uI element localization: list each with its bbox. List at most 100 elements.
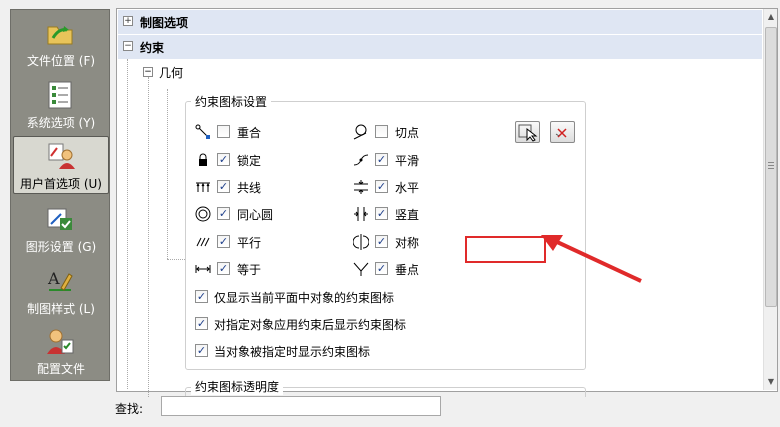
user-preferences-icon: [48, 143, 75, 169]
horizontal-option[interactable]: ✓ 水平: [353, 178, 473, 196]
option-label: 竖直: [395, 208, 420, 222]
option-label: 重合: [237, 126, 262, 140]
scroll-up-icon[interactable]: ▲: [764, 9, 778, 25]
scrollbar-thumb[interactable]: [765, 27, 777, 307]
tangent-option[interactable]: 切点: [353, 123, 473, 141]
tree-line: [167, 89, 168, 259]
tree-node-drafting-options[interactable]: + 制图选项: [118, 10, 762, 34]
sidebar-item-profile[interactable]: 配置文件: [13, 322, 109, 380]
option-label: 锁定: [237, 154, 262, 168]
option-label: 等于: [237, 263, 262, 277]
option-label: 平滑: [395, 154, 420, 168]
vertical-scrollbar[interactable]: ▲ ▼: [763, 9, 777, 390]
tree-line: [148, 77, 149, 397]
sidebar-item-drafting-style[interactable]: A 制图样式 (L): [13, 262, 109, 320]
show-current-plane-checkbox[interactable]: ✓: [195, 290, 208, 303]
profile-icon: [47, 329, 74, 354]
concentric-icon: [195, 206, 211, 222]
sidebar-item-file-locations[interactable]: 文件位置 (F): [13, 14, 109, 72]
expand-icon[interactable]: +: [123, 16, 133, 26]
option-label: 共线: [237, 181, 262, 195]
perpendicular-option[interactable]: ✓ 垂点: [353, 260, 473, 278]
vertical-icon: [354, 207, 368, 221]
scroll-down-icon[interactable]: ▼: [764, 374, 778, 390]
group-title: 约束图标透明度: [191, 378, 284, 395]
lock-checkbox[interactable]: ✓: [217, 153, 230, 166]
smooth-option[interactable]: ✓ 平滑: [353, 151, 473, 169]
select-all-button[interactable]: [515, 121, 540, 143]
sidebar-item-label: 图形设置 (G): [25, 240, 97, 254]
collinear-icon: [196, 182, 210, 192]
tangent-icon: [353, 124, 367, 140]
checklist-icon: [48, 81, 72, 109]
parallel-option[interactable]: ✓ 平行: [195, 233, 335, 251]
show-when-selected-option[interactable]: ✓ 当对象被指定时显示约束图标: [195, 342, 515, 360]
concentric-option[interactable]: ✓ 同心圆: [195, 205, 335, 223]
sidebar-item-label: 系统选项 (Y): [26, 116, 96, 130]
symmetric-highlight-box: [465, 236, 546, 263]
tree-line: [127, 59, 128, 389]
group-title: 约束图标设置: [191, 93, 272, 110]
vertical-option[interactable]: ✓ 竖直: [353, 205, 473, 223]
options-sidebar: 文件位置 (F) 系统选项 (Y) 用户首选项 (U) 图形设置 (G) A 制…: [10, 9, 110, 381]
show-after-apply-checkbox[interactable]: ✓: [195, 317, 208, 330]
sidebar-item-label: 文件位置 (F): [26, 54, 96, 68]
sidebar-item-system-options[interactable]: 系统选项 (Y): [13, 76, 109, 134]
svg-text:A: A: [47, 269, 60, 288]
tree-node-label: 制图选项: [140, 16, 189, 30]
option-label: 切点: [395, 126, 420, 140]
equal-option[interactable]: ✓ 等于: [195, 260, 335, 278]
symmetric-option[interactable]: ✓ 对称: [353, 233, 473, 251]
collapse-icon[interactable]: −: [143, 67, 153, 77]
horizontal-icon: [354, 180, 368, 194]
option-label: 当对象被指定时显示约束图标: [214, 345, 371, 359]
tree-node-constraints[interactable]: − 约束: [118, 35, 762, 59]
find-input[interactable]: [161, 396, 441, 416]
folder-arrow-icon: [47, 26, 73, 45]
show-current-plane-option[interactable]: ✓ 仅显示当前平面中对象的约束图标: [195, 288, 515, 306]
coincident-option[interactable]: 重合: [195, 123, 335, 141]
show-after-apply-option[interactable]: ✓ 对指定对象应用约束后显示约束图标: [195, 315, 515, 333]
tree-node-label: 约束: [140, 41, 165, 55]
tangent-checkbox[interactable]: [375, 125, 388, 138]
show-when-selected-checkbox[interactable]: ✓: [195, 344, 208, 357]
lock-icon: [199, 153, 207, 166]
collinear-option[interactable]: ✓ 共线: [195, 178, 335, 196]
coincident-checkbox[interactable]: [217, 125, 230, 138]
option-label: 水平: [395, 181, 420, 195]
drafting-style-icon: A: [47, 269, 73, 291]
concentric-checkbox[interactable]: ✓: [217, 207, 230, 220]
option-label: 对称: [395, 236, 420, 250]
tree-line: [167, 259, 185, 260]
annotation-arrow-icon: [541, 235, 642, 283]
vertical-checkbox[interactable]: ✓: [375, 207, 388, 220]
smooth-checkbox[interactable]: ✓: [375, 153, 388, 166]
sidebar-item-user-preferences[interactable]: 用户首选项 (U): [13, 136, 109, 194]
symmetric-checkbox[interactable]: ✓: [375, 235, 388, 248]
option-label: 垂点: [395, 263, 420, 277]
option-label: 平行: [237, 236, 262, 250]
horizontal-checkbox[interactable]: ✓: [375, 180, 388, 193]
option-label: 仅显示当前平面中对象的约束图标: [214, 291, 395, 305]
clear-all-button[interactable]: [550, 121, 575, 143]
tree-node-geometry[interactable]: 几何: [159, 64, 183, 81]
symmetric-icon: [353, 234, 369, 250]
parallel-icon: [196, 237, 210, 247]
option-label: 对指定对象应用约束后显示约束图标: [214, 318, 407, 332]
find-label: 查找:: [115, 402, 144, 416]
lock-option[interactable]: ✓ 锁定: [195, 151, 335, 169]
collapse-icon[interactable]: −: [123, 41, 133, 51]
parallel-checkbox[interactable]: ✓: [217, 235, 230, 248]
smooth-icon: [353, 154, 369, 166]
coincident-icon: [195, 124, 210, 139]
select-all-icon: [518, 124, 538, 142]
clear-all-icon: [555, 128, 567, 138]
sidebar-item-label: 制图样式 (L): [27, 302, 95, 316]
perpendicular-icon: [353, 262, 369, 276]
sidebar-item-graphics-settings[interactable]: 图形设置 (G): [13, 200, 109, 258]
collinear-checkbox[interactable]: ✓: [217, 180, 230, 193]
equal-icon: [195, 265, 211, 273]
sidebar-item-label: 配置文件: [36, 362, 85, 376]
equal-checkbox[interactable]: ✓: [217, 262, 230, 275]
perpendicular-checkbox[interactable]: ✓: [375, 262, 388, 275]
